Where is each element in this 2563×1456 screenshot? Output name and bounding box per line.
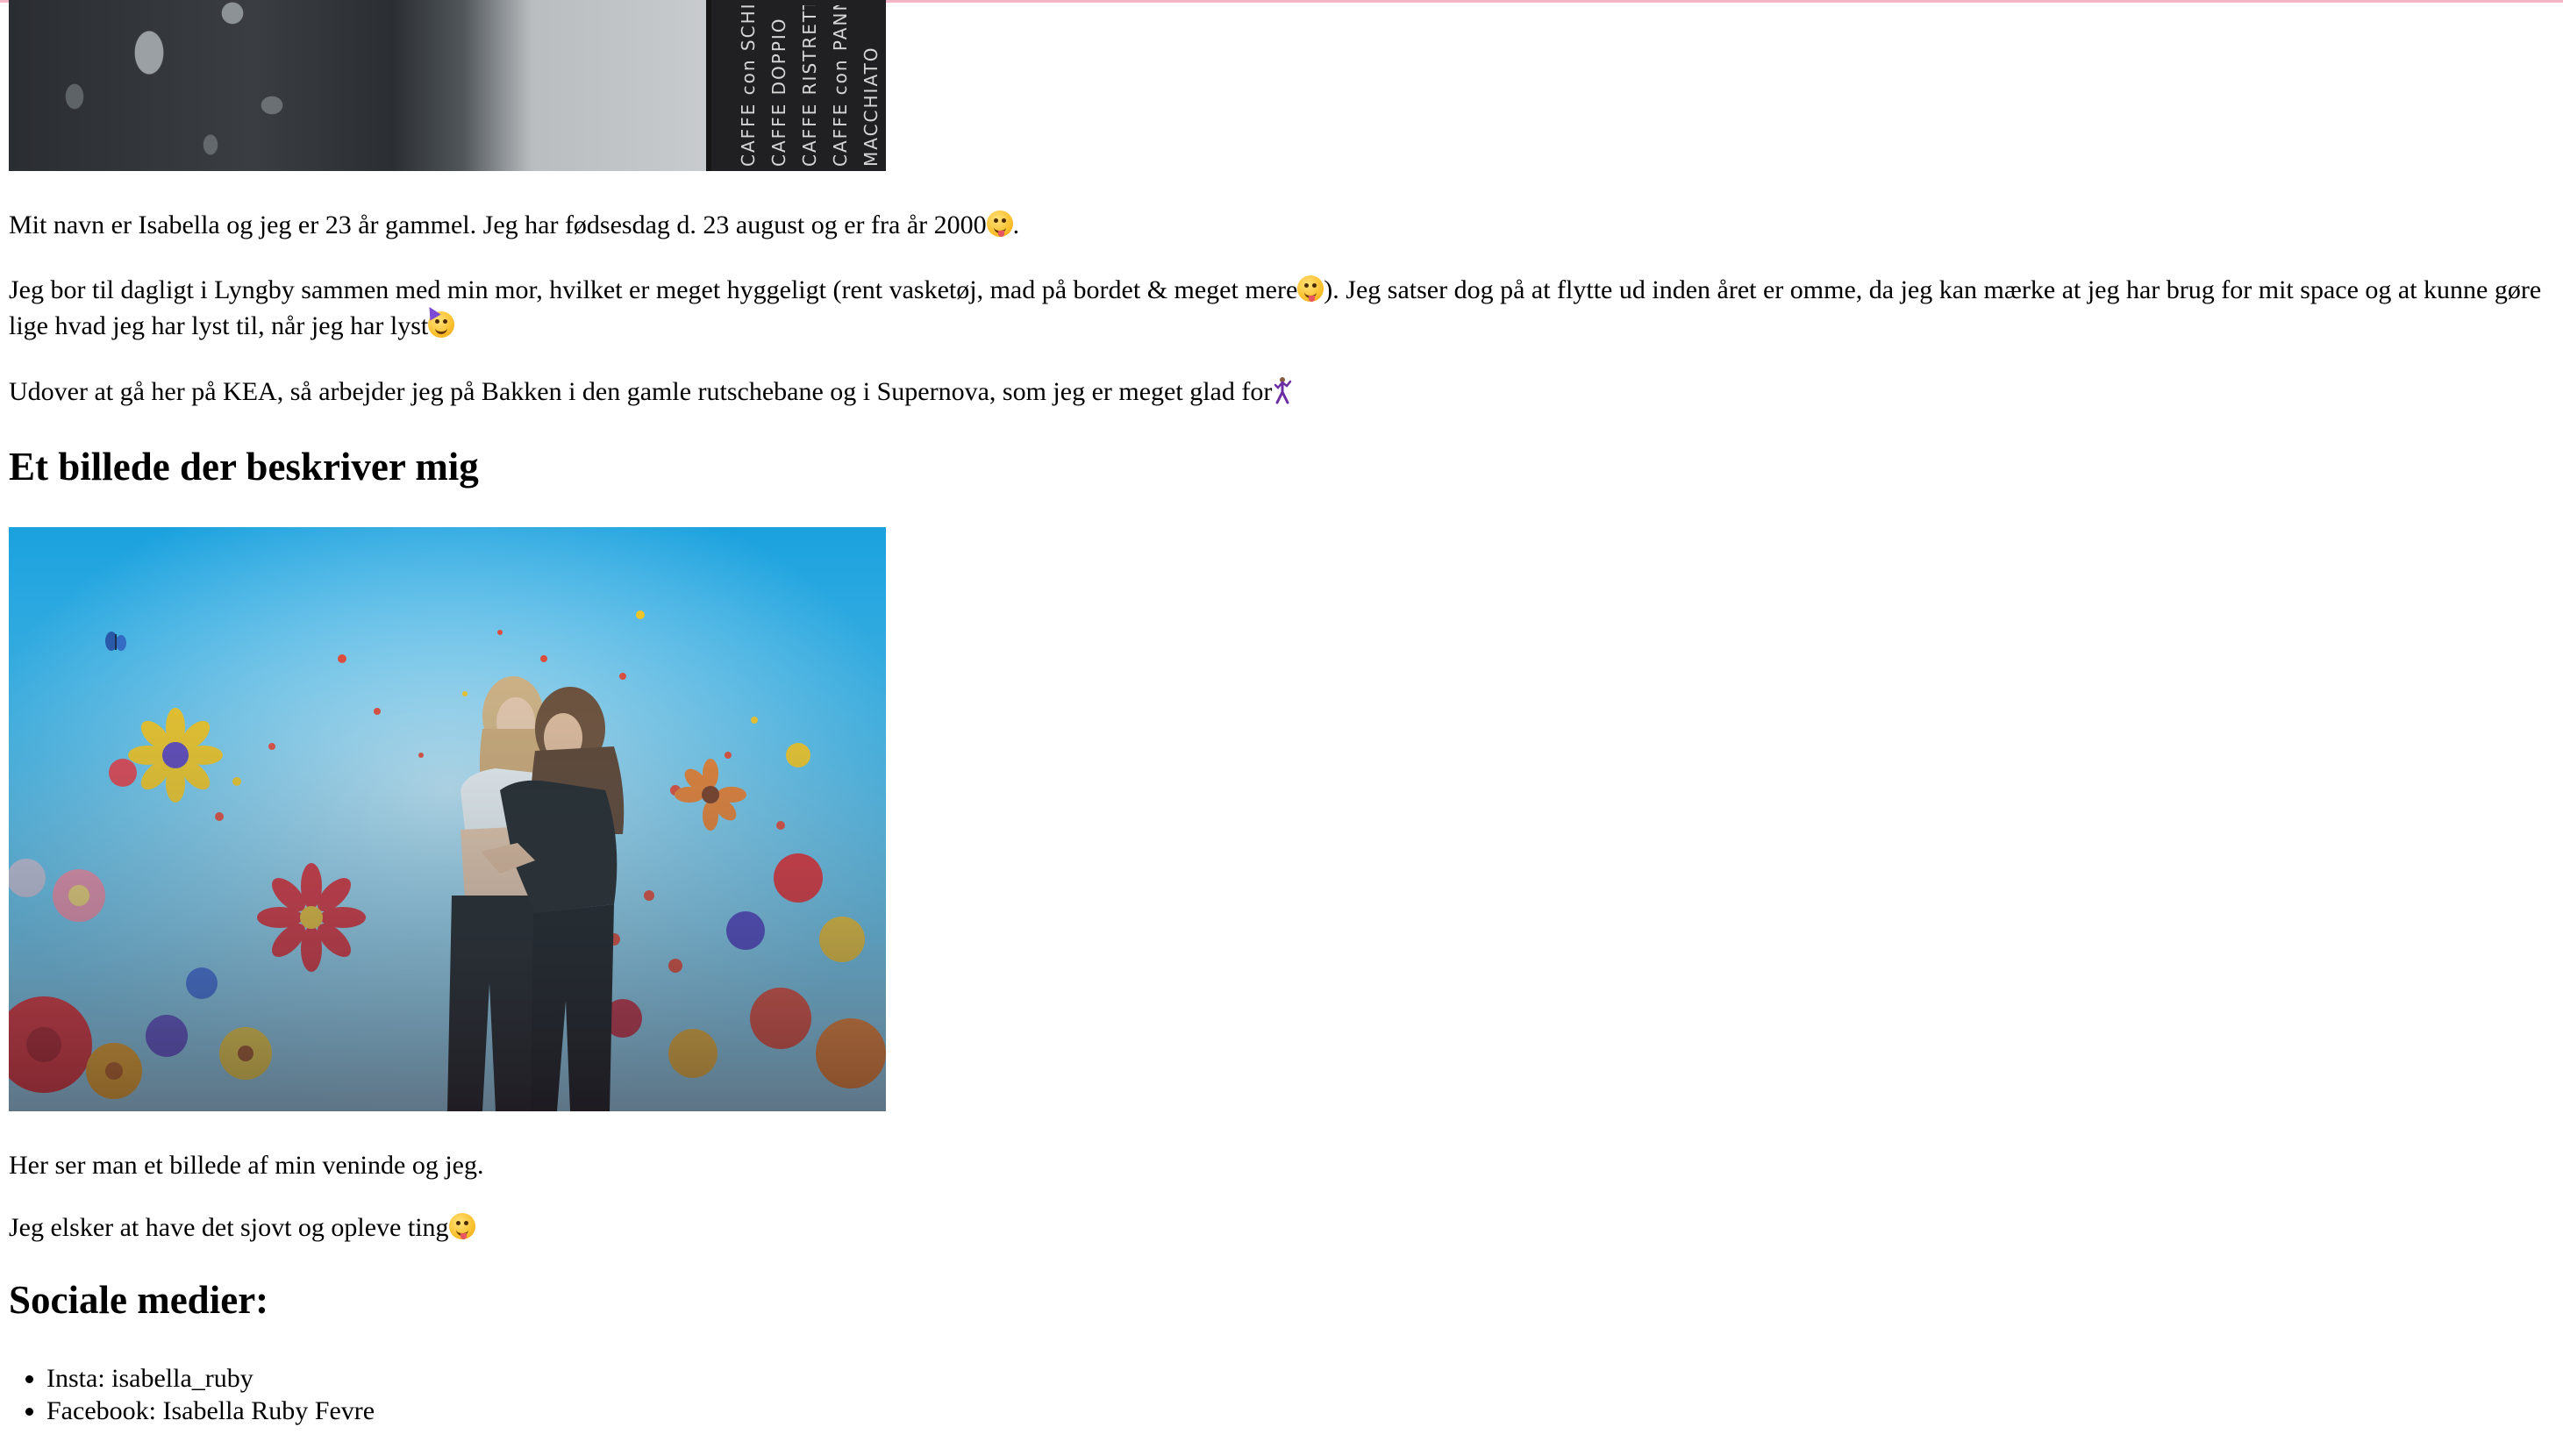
fun-text: Jeg elsker at have det sjovt og opleve t… [9, 1213, 449, 1242]
social-heading: Sociale medier: [9, 1278, 269, 1322]
friends-photo [9, 527, 886, 1111]
living-paragraph: Jeg bor til dagligt i Lyngby sammen med … [9, 272, 2552, 344]
coffee-menu-sign: MACCHIATO CAFFE con PANNA CAFFE RISTRETT… [706, 0, 886, 171]
zany-face-icon [986, 211, 1013, 237]
list-item-facebook: Facebook: Isabella Ruby Fevre [46, 1395, 375, 1427]
winking-tongue-face-icon [448, 1213, 475, 1239]
living-text-a: Jeg bor til dagligt i Lyngby sammen med … [9, 275, 1298, 304]
sign-text: CAFFE con PANNA [830, 5, 851, 167]
work-text: Udover at gå her på KEA, så arbejder jeg… [9, 377, 1273, 406]
friends-photo-artwork [9, 527, 886, 1111]
zany-face-icon [1297, 275, 1324, 302]
intro-text-end: . [1012, 211, 1020, 239]
list-item-instagram: Insta: isabella_ruby [46, 1362, 375, 1395]
intro-paragraph: Mit navn er Isabella og jeg er 23 år gam… [9, 207, 1019, 243]
intro-text: Mit navn er Isabella og jeg er 23 år gam… [9, 211, 987, 239]
photo-caption: Her ser man et billede af min veninde og… [9, 1151, 484, 1180]
sign-text: CAFFE RISTRETTO [799, 5, 820, 167]
page-content: MACCHIATO CAFFE con PANNA CAFFE RISTRETT… [9, 0, 2552, 1425]
section-heading: Et billede der beskriver mig [9, 445, 479, 489]
sign-text: CAFFE con SCHIUMA [738, 5, 759, 167]
social-list: Insta: isabella_ruby Facebook: Isabella … [9, 1362, 375, 1427]
fun-paragraph: Jeg elsker at have det sjovt og opleve t… [9, 1210, 475, 1245]
sign-text: MACCHIATO [860, 46, 882, 167]
profile-photo: MACCHIATO CAFFE con PANNA CAFFE RISTRETT… [9, 0, 886, 171]
dancer-icon [1274, 377, 1292, 404]
work-paragraph: Udover at gå her på KEA, så arbejder jeg… [9, 374, 1293, 410]
partying-face-icon [424, 303, 455, 338]
sign-text: CAFFE DOPPIO [768, 17, 789, 167]
photo-fabric [9, 0, 706, 171]
